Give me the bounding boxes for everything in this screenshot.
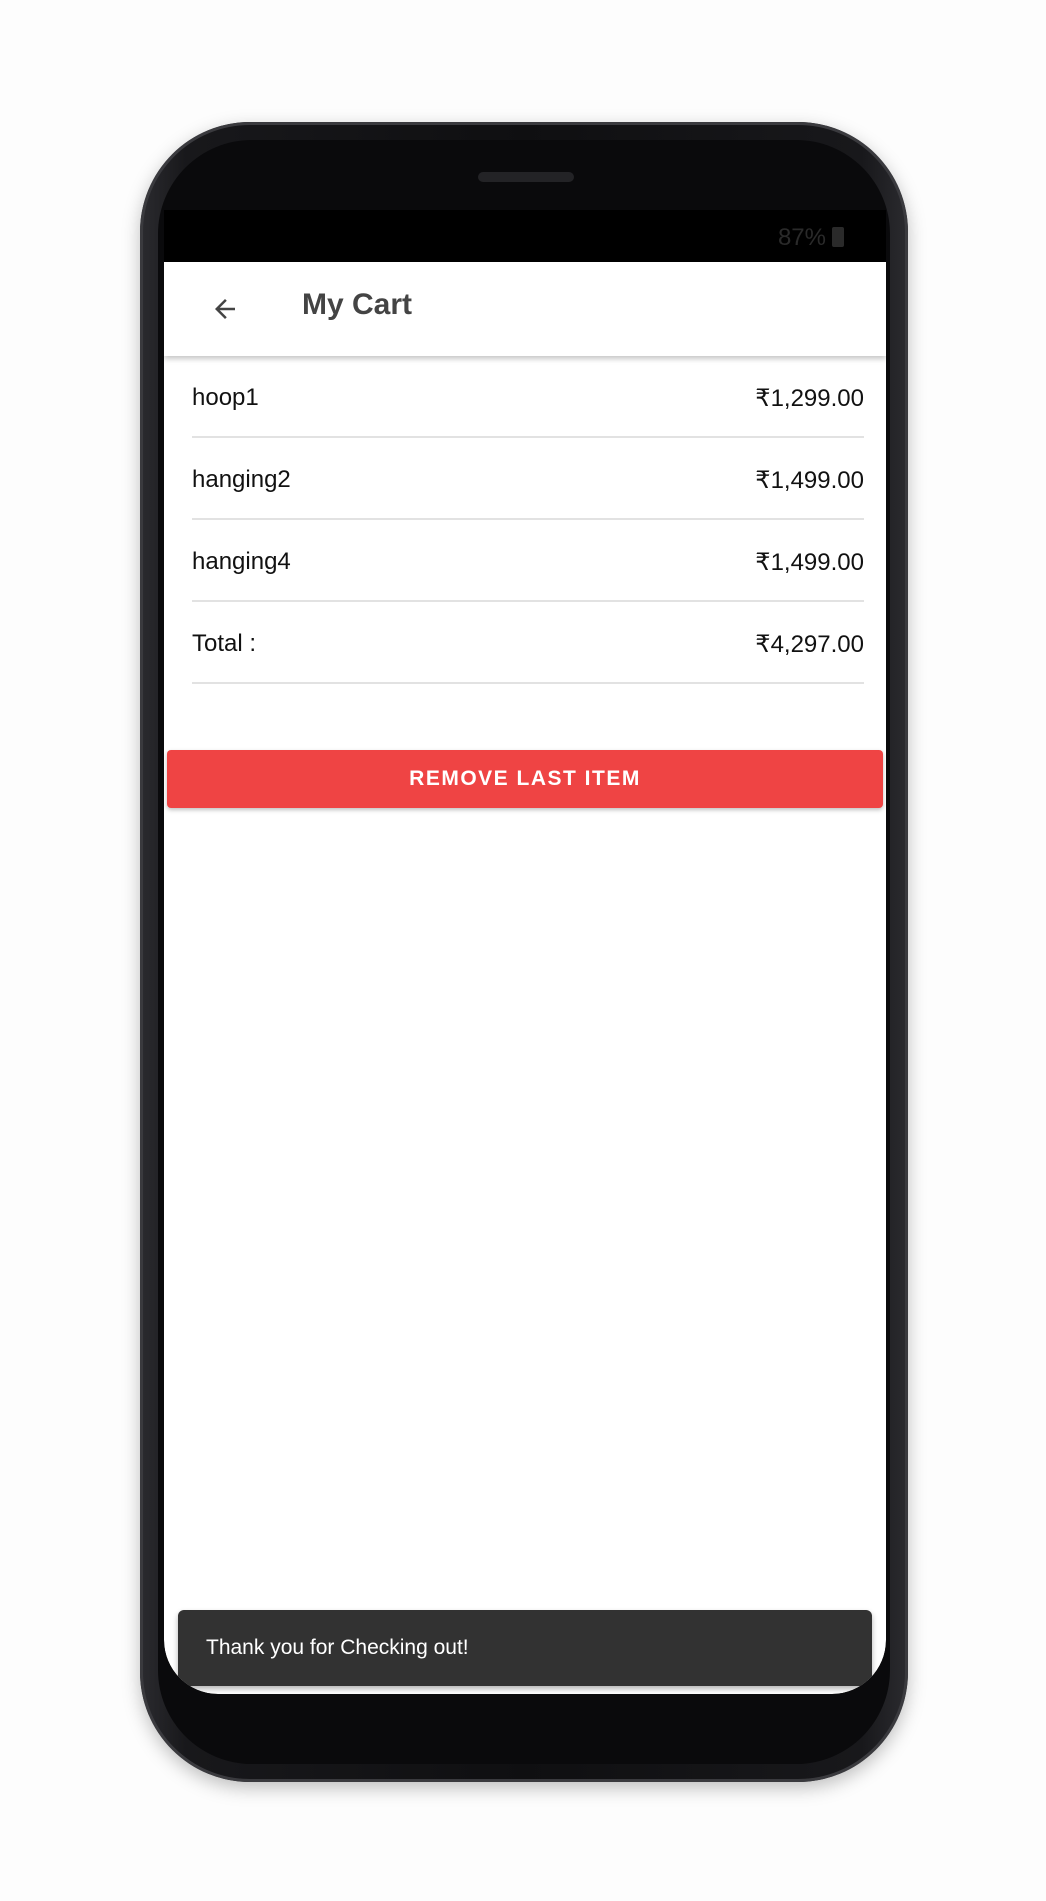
cart-item-name: hanging2 xyxy=(192,466,291,493)
device-stage: 87% My Cart hoop1 ₹1,299.00 hanging2 ₹1,… xyxy=(0,0,1046,1901)
cart-item-name: hanging4 xyxy=(192,548,291,575)
snackbar-message: Thank you for Checking out! xyxy=(206,1636,469,1659)
snackbar: Thank you for Checking out! xyxy=(178,1610,872,1686)
app-bar: My Cart xyxy=(164,262,886,356)
arrow-back-icon xyxy=(215,299,235,319)
cart-item-row: hoop1 ₹1,299.00 xyxy=(192,356,864,438)
cart-item-price: ₹1,299.00 xyxy=(755,384,864,412)
cart-item-price: ₹1,499.00 xyxy=(755,466,864,494)
cart-item-row: hanging4 ₹1,499.00 xyxy=(192,520,864,602)
page-title: My Cart xyxy=(302,288,413,321)
cart-total-value: ₹4,297.00 xyxy=(755,630,864,658)
phone-screen: 87% My Cart hoop1 ₹1,299.00 hanging2 ₹1,… xyxy=(164,210,886,1694)
cart-item-row: hanging2 ₹1,499.00 xyxy=(192,438,864,520)
cart-item-price: ₹1,499.00 xyxy=(755,548,864,576)
cart-item-name: hoop1 xyxy=(192,384,259,411)
status-bar: 87% xyxy=(164,210,886,262)
battery-percentage: 87% xyxy=(777,224,826,251)
cart-screen: My Cart hoop1 ₹1,299.00 hanging2 ₹1,499.… xyxy=(164,262,886,1694)
cart-total-row: Total : ₹4,297.00 xyxy=(192,602,864,684)
back-button[interactable] xyxy=(200,284,250,334)
remove-last-item-button[interactable]: REMOVE LAST ITEM xyxy=(167,750,883,808)
cart-list: hoop1 ₹1,299.00 hanging2 ₹1,499.00 hangi… xyxy=(164,356,886,684)
cart-total-label: Total : xyxy=(192,630,257,657)
battery-icon xyxy=(832,227,844,247)
earpiece-speaker xyxy=(478,172,574,182)
